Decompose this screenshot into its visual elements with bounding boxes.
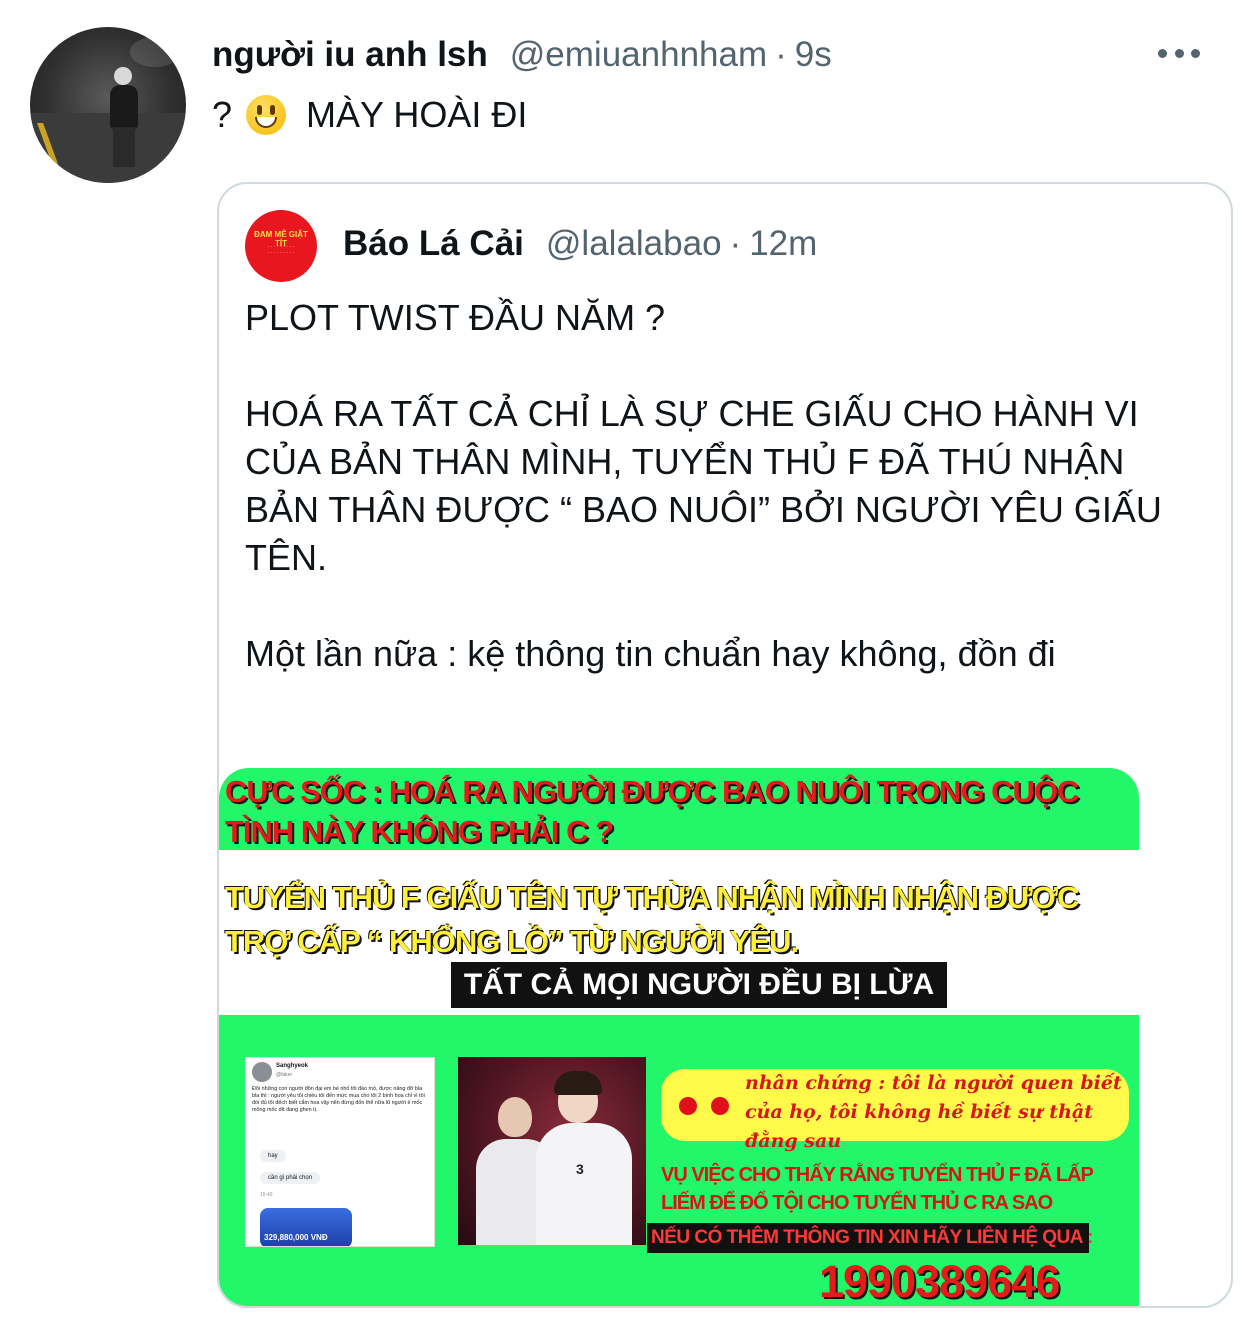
avatar-person-legs [113, 127, 135, 167]
screenshot-text: Đôi những con người đôn đại em bé nhỏ tô… [252, 1086, 425, 1113]
avatar-person-head [114, 67, 132, 85]
tweet-text-prefix: ? [212, 94, 233, 135]
separator: · [775, 35, 787, 74]
transfer-amount: 329,880,000 VNĐ [264, 1233, 328, 1242]
avatar-light [130, 37, 180, 67]
screenshot-user: Sanghyeok [276, 1063, 309, 1069]
media-subheadline: TUYỂN THỦ F GIẤU TÊN TỰ THỪA NHẬN MÌNH N… [225, 880, 1080, 959]
chat-bubble: cần gì phải chọn [260, 1172, 321, 1184]
witness-text: nhân chứng : tôi là người quen biết của … [745, 1072, 1122, 1152]
screenshot-avatar [252, 1062, 272, 1082]
phone-number: 1990389646 [819, 1256, 1060, 1307]
avatar-road [30, 112, 186, 183]
player-left-head [498, 1097, 532, 1137]
avatar-person-body [110, 85, 138, 129]
player-right-hair [554, 1071, 602, 1095]
quoted-avatar-scribble: · · · · · · · · · · · · · · · · · · [267, 244, 295, 256]
jersey-number: 3 [576, 1161, 584, 1177]
screenshot-handle: @faker [276, 1072, 293, 1078]
more-dot [1174, 48, 1184, 58]
user-avatar[interactable] [30, 27, 186, 183]
chat-bubble: hay [260, 1150, 286, 1162]
quoted-handle[interactable]: @lalalabao [546, 224, 722, 264]
more-dot [1158, 48, 1167, 58]
tweet-text-body: MÀY HOÀI ĐI [306, 94, 528, 135]
user-handle[interactable]: @emiuanhnham [510, 35, 767, 75]
emoji-eye [270, 105, 276, 115]
quoted-media-image[interactable]: CỰC SỐC : HOÁ RA NGƯỜI ĐƯỢC BAO NUÔI TRO… [219, 768, 1139, 1307]
chat-screenshot: Sanghyeok @faker Đôi những con người đôn… [245, 1057, 435, 1247]
emoji-eye [257, 105, 263, 115]
more-options-icon[interactable] [1158, 38, 1200, 68]
quoted-tweet[interactable]: ĐAM MÊ GIẬT TÍT · · · · · · · · · · · · ·… [217, 182, 1233, 1308]
quoted-paragraph: Một lần nữa : kệ thông tin chuẩn hay khô… [245, 633, 1056, 674]
red-dot-icon [711, 1097, 729, 1115]
separator: · [729, 224, 742, 263]
timestamp[interactable]: 9s [795, 35, 832, 75]
tweet-text: ? MÀY HOÀI ĐI [212, 94, 527, 136]
quoted-avatar[interactable]: ĐAM MÊ GIẬT TÍT · · · · · · · · · · · · ·… [245, 210, 317, 282]
emoji-mouth [255, 117, 278, 128]
more-dot [1191, 48, 1200, 58]
chat-time: 15:49 [260, 1192, 273, 1198]
display-name[interactable]: người iu anh lsh [212, 35, 488, 75]
quoted-paragraph: PLOT TWIST ĐẦU NĂM ? [245, 297, 666, 338]
quoted-display-name[interactable]: Báo Lá Cải [343, 224, 524, 264]
tweet-header: người iu anh lsh @emiuanhnham · 9s [212, 30, 832, 80]
contact-banner: NẾU CÓ THÊM THÔNG TIN XIN HÃY LIÊN HỆ QU… [647, 1223, 1093, 1253]
quoted-paragraph: HOÁ RA TẤT CẢ CHỈ LÀ SỰ CHE GIẤU CHO HÀN… [245, 393, 1162, 578]
players-photo: 3 [458, 1057, 646, 1245]
quoted-header: Báo Lá Cải @lalalabao · 12m [343, 224, 817, 264]
media-black-banner: TẤT CẢ MỌI NGƯỜI ĐỀU BỊ LỪA ?! [451, 962, 947, 1047]
quoted-timestamp[interactable]: 12m [749, 224, 817, 264]
media-headline: CỰC SỐC : HOÁ RA NGƯỜI ĐƯỢC BAO NUÔI TRO… [225, 774, 1079, 849]
incident-text: VỤ VIỆC CHO THẤY RẰNG TUYỂN THỦ F ĐÃ LẤP… [661, 1164, 1094, 1214]
smiley-emoji-icon [246, 95, 287, 135]
player-right-body [536, 1123, 632, 1245]
red-dot-icon [679, 1097, 697, 1115]
quoted-text: PLOT TWIST ĐẦU NĂM ? HOÁ RA TẤT CẢ CHỈ L… [245, 294, 1205, 678]
